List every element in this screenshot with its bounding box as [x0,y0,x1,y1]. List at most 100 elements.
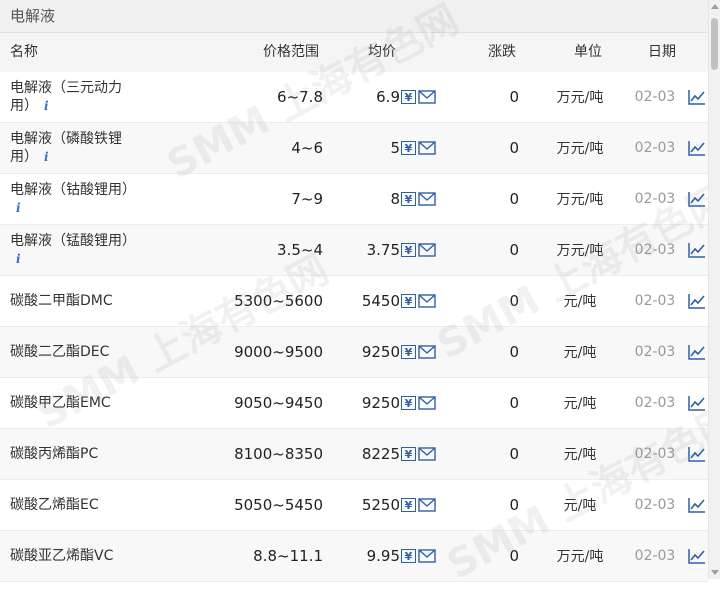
row-name[interactable]: 电解液（三元动力 [10,80,122,96]
price-unit: 万元/吨 [556,90,604,106]
trend-chart-icon[interactable] [688,497,706,513]
row-name[interactable]: 碳酸二乙酯DEC [10,344,109,360]
table-row[interactable]: 碳酸乙烯酯EC 5050~5450 5250 ¥0 元/吨 02-03 [0,480,708,531]
yen-icon[interactable]: ¥ [401,90,416,104]
row-name-cell: 碳酸乙烯酯EC [10,480,150,530]
yen-icon[interactable]: ¥ [401,345,416,359]
avg-price-actions: ¥ [401,480,443,530]
chart-cell [688,531,708,581]
yen-icon[interactable]: ¥ [401,192,416,206]
row-name-continued[interactable]: 用） [10,98,38,114]
table-row[interactable]: 碳酸甲乙酯EMC 9050~9450 9250 ¥0 元/吨 02-03 [0,378,708,429]
yen-icon[interactable]: ¥ [401,447,416,461]
row-name[interactable]: 碳酸亚乙烯酯VC [10,548,113,564]
table-row[interactable]: 电解液（钴酸锂用） i 7~9 8 ¥0 万元/吨 02-03 [0,174,708,225]
trend-chart-icon[interactable] [688,395,706,411]
row-name[interactable]: 电解液（磷酸铁锂 [10,131,122,147]
info-icon[interactable]: i [44,99,49,113]
row-name[interactable]: 碳酸二甲酯DMC [10,293,113,309]
row-name[interactable]: 碳酸丙烯酯PC [10,446,98,462]
chart-cell [688,429,708,479]
avg-price-actions: ¥ [401,378,443,428]
mail-icon[interactable] [418,294,436,308]
yen-icon[interactable]: ¥ [401,243,416,257]
row-name[interactable]: 电解液（锰酸锂用） [10,233,136,249]
yen-icon[interactable]: ¥ [401,396,416,410]
row-name[interactable]: 碳酸乙烯酯EC [10,497,99,513]
trend-chart-icon[interactable] [688,548,706,564]
chart-cell [688,123,708,173]
vertical-scrollbar[interactable] [708,0,720,579]
column-header-date: 日期 [648,44,676,60]
price-change: 0 [509,190,519,208]
table-row[interactable]: 电解液（三元动力 用） i 6~7.8 6.9 ¥0 万元/吨 02-03 [0,72,708,123]
price-date: 02-03 [634,89,676,105]
price-unit: 万元/吨 [556,192,604,208]
table-row[interactable]: 电解液（锰酸锂用） i 3.5~4 3.75 ¥0 万元/吨 02-03 [0,225,708,276]
price-unit: 元/吨 [563,294,597,310]
price-unit: 元/吨 [563,345,597,361]
average-price: 9250 [361,343,400,361]
trend-chart-icon[interactable] [688,140,706,156]
row-name[interactable]: 电解液（钴酸锂用） [10,182,136,198]
row-name-continued[interactable]: 用） [10,149,38,165]
trend-chart-icon[interactable] [688,344,706,360]
mail-icon[interactable] [418,141,436,155]
mail-icon[interactable] [418,90,436,104]
average-price: 3.75 [366,241,400,259]
scroll-down-arrow-icon[interactable] [711,570,719,575]
scrollbar-thumb[interactable] [711,18,718,70]
yen-icon[interactable]: ¥ [401,498,416,512]
price-change: 0 [509,343,519,361]
column-header-name: 名称 [10,44,38,60]
row-name-cell: 电解液（磷酸铁锂 用） i [10,123,150,173]
price-range: 3.5~4 [277,241,323,259]
price-range: 6~7.8 [277,88,323,106]
info-icon[interactable]: i [44,150,49,164]
row-name-cell: 碳酸丙烯酯PC [10,429,150,479]
price-range: 9050~9450 [234,394,323,412]
trend-chart-icon[interactable] [688,89,706,105]
table-row[interactable]: 碳酸丙烯酯PC 8100~8350 8225 ¥0 元/吨 02-03 [0,429,708,480]
yen-icon[interactable]: ¥ [401,141,416,155]
chart-cell [688,327,708,377]
mail-icon[interactable] [418,192,436,206]
price-unit: 万元/吨 [556,141,604,157]
average-price: 9.95 [366,547,400,565]
price-change: 0 [509,139,519,157]
info-icon[interactable]: i [16,252,21,266]
table-row[interactable]: 电解液（磷酸铁锂 用） i 4~6 5 ¥0 万元/吨 02-03 [0,123,708,174]
average-price: 9250 [361,394,400,412]
avg-price-actions: ¥ [401,174,443,224]
trend-chart-icon[interactable] [688,446,706,462]
avg-price-actions: ¥ [401,72,443,122]
table-row[interactable]: 碳酸二甲酯DMC 5300~5600 5450 ¥0 元/吨 02-03 [0,276,708,327]
chart-cell [688,480,708,530]
mail-icon[interactable] [418,396,436,410]
table-row[interactable]: 碳酸亚乙烯酯VC 8.8~11.1 9.95 ¥0 万元/吨 02-03 [0,531,708,582]
price-unit: 元/吨 [563,498,597,514]
price-date: 02-03 [634,446,676,462]
trend-chart-icon[interactable] [688,242,706,258]
row-name-cell: 碳酸二甲酯DMC [10,276,150,326]
trend-chart-icon[interactable] [688,293,706,309]
yen-icon[interactable]: ¥ [401,294,416,308]
price-change: 0 [509,445,519,463]
mail-icon[interactable] [418,498,436,512]
mail-icon[interactable] [418,345,436,359]
yen-icon[interactable]: ¥ [401,549,416,563]
price-range: 5050~5450 [234,496,323,514]
price-date: 02-03 [634,497,676,513]
price-date: 02-03 [634,395,676,411]
trend-chart-icon[interactable] [688,191,706,207]
table-row[interactable]: 碳酸二乙酯DEC 9000~9500 9250 ¥0 元/吨 02-03 [0,327,708,378]
row-name[interactable]: 碳酸甲乙酯EMC [10,395,111,411]
scroll-up-arrow-icon[interactable] [711,4,719,9]
avg-price-actions: ¥ [401,276,443,326]
mail-icon[interactable] [418,447,436,461]
price-unit: 元/吨 [563,396,597,412]
mail-icon[interactable] [418,243,436,257]
info-icon[interactable]: i [16,201,21,215]
mail-icon[interactable] [418,549,436,563]
price-change: 0 [509,394,519,412]
